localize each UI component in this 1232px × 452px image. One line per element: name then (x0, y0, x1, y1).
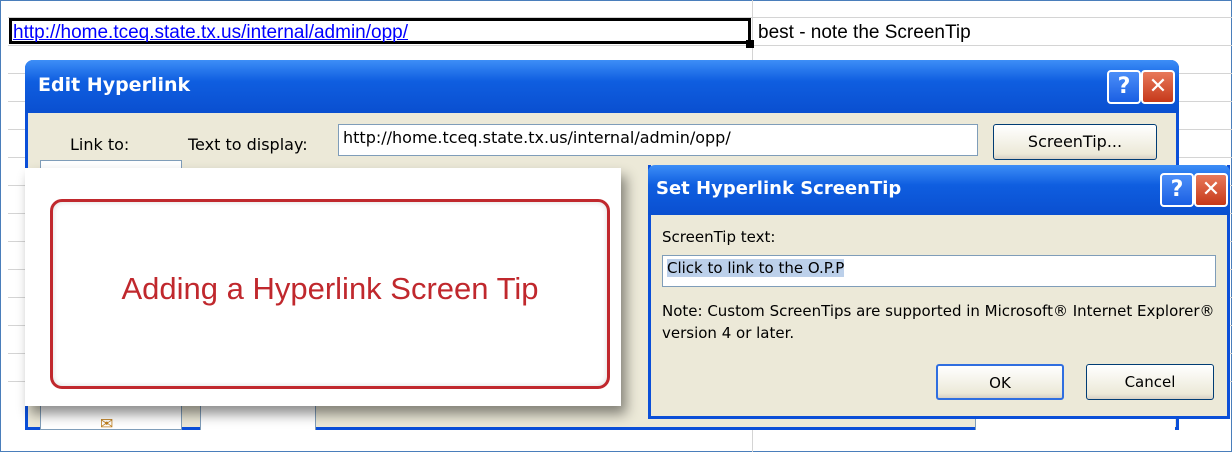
text-to-display-label: Text to display: (188, 135, 308, 154)
cancel-button[interactable]: Cancel (1086, 364, 1214, 400)
close-icon: ✕ (1201, 177, 1221, 202)
help-button[interactable]: ? (1160, 173, 1194, 207)
link-to-label: Link to: (70, 135, 130, 154)
text-to-display-input[interactable]: http://home.tceq.state.tx.us/internal/ad… (338, 124, 978, 156)
screentip-text-label: ScreenTip text: (662, 228, 776, 246)
screentip-text-value: Click to link to the O.P.P (667, 259, 845, 277)
ok-button[interactable]: OK (936, 364, 1064, 400)
help-icon: ? (1170, 177, 1184, 202)
cell-note[interactable]: best - note the ScreenTip (758, 22, 971, 44)
callout-heading: Adding a Hyperlink Screen Tip (121, 271, 539, 306)
screentip-text-input[interactable]: Click to link to the O.P.P (662, 255, 1216, 287)
fill-handle[interactable] (746, 40, 754, 48)
grid-line (8, 45, 1232, 46)
email-address-icon[interactable]: ✉ (100, 414, 113, 433)
callout-frame: Adding a Hyperlink Screen Tip (50, 199, 610, 389)
help-button[interactable]: ? (1107, 70, 1141, 104)
screentip-dialog-title: Set Hyperlink ScreenTip (656, 178, 902, 199)
screentip-note: Note: Custom ScreenTips are supported in… (662, 302, 1215, 342)
callout-card: Adding a Hyperlink Screen Tip (25, 168, 621, 406)
close-icon: ✕ (1148, 74, 1168, 99)
cell-hyperlink[interactable]: http://home.tceq.state.tx.us/internal/ad… (13, 22, 408, 44)
screentip-button[interactable]: ScreenTip... (993, 124, 1157, 160)
help-icon: ? (1117, 74, 1131, 99)
screentip-titlebar[interactable]: Set Hyperlink ScreenTip ? ✕ (648, 165, 1230, 215)
edit-hyperlink-titlebar[interactable]: Edit Hyperlink ? ✕ (25, 60, 1179, 113)
dialog-title: Edit Hyperlink (38, 74, 191, 96)
close-button[interactable]: ✕ (1194, 173, 1228, 207)
close-button[interactable]: ✕ (1141, 70, 1175, 104)
